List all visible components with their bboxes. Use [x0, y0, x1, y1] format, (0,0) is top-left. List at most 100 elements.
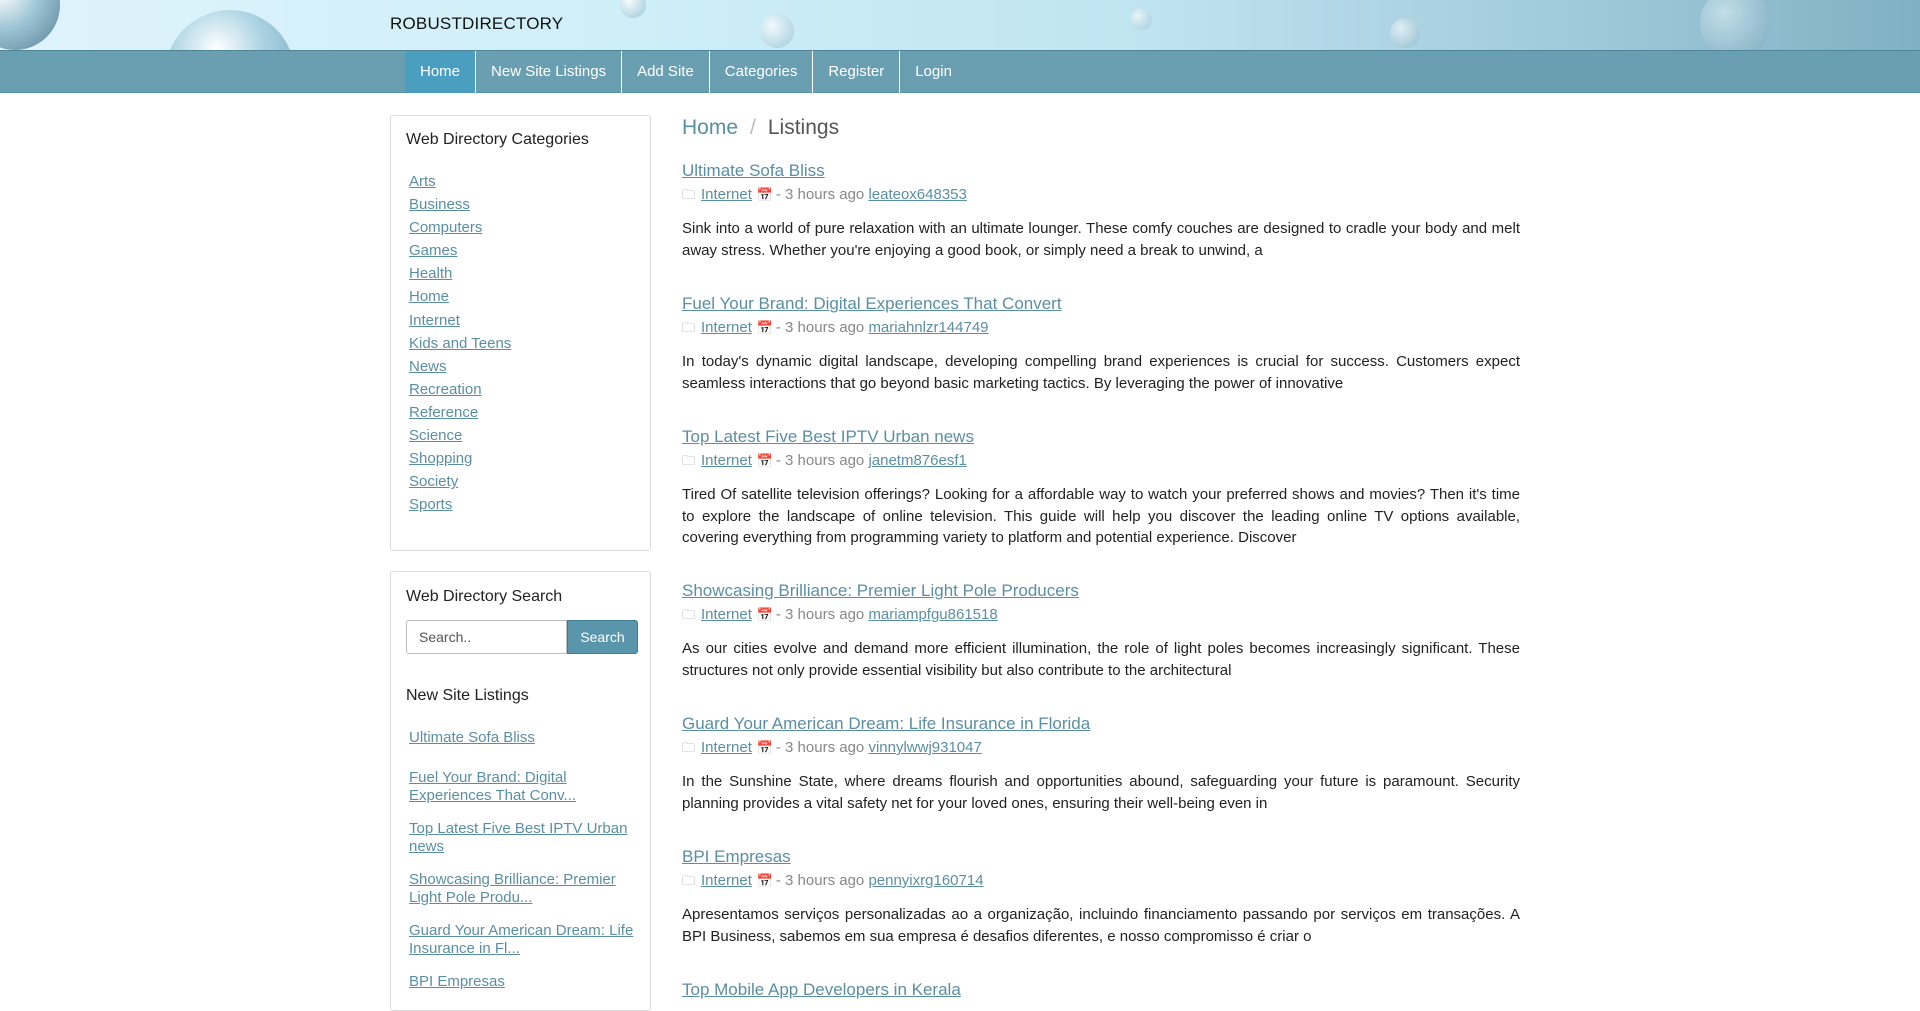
- listing-user-link[interactable]: mariampfgu861518: [868, 606, 997, 623]
- category-link-health[interactable]: Health: [409, 265, 452, 282]
- category-link-business[interactable]: Business: [409, 196, 470, 213]
- listing-user-link[interactable]: leateox648353: [868, 186, 966, 203]
- listing-category-link[interactable]: Internet: [701, 186, 752, 203]
- listing-category-link[interactable]: Internet: [701, 872, 752, 889]
- header-banner: ROBUSTDIRECTORY: [0, 0, 1920, 50]
- bubble-decoration: [0, 0, 60, 50]
- new-listings-list: Ultimate Sofa Bliss Fuel Your Brand: Dig…: [409, 729, 634, 1006]
- calendar-icon: 📅: [756, 186, 774, 202]
- bubble-decoration: [1700, 0, 1770, 50]
- category-link-science[interactable]: Science: [409, 427, 462, 444]
- folder-icon: 🗀: [682, 319, 696, 335]
- listing-user-link[interactable]: janetm876esf1: [868, 452, 966, 469]
- category-link-society[interactable]: Society: [409, 473, 458, 490]
- listing-description: Tired Of satellite television offerings?…: [682, 486, 1520, 546]
- listing-meta: 🗀 Internet 📅 - 3 hours ago mariahnlzr144…: [682, 319, 1520, 336]
- category-link-computers[interactable]: Computers: [409, 219, 482, 236]
- listing-meta: 🗀 Internet 📅 - 3 hours ago vinnylwwj9310…: [682, 739, 1520, 756]
- listing-user-link[interactable]: pennyixrg160714: [868, 872, 983, 889]
- breadcrumb: Home / Listings: [682, 116, 839, 140]
- new-listing-link[interactable]: Top Latest Five Best IPTV Urban news: [409, 820, 627, 855]
- category-link-home[interactable]: Home: [409, 288, 449, 305]
- listing-title[interactable]: Showcasing Brilliance: Premier Light Pol…: [682, 581, 1520, 601]
- bubble-decoration: [1390, 18, 1420, 48]
- nav-home[interactable]: Home: [405, 51, 477, 93]
- folder-icon: 🗀: [682, 606, 696, 622]
- listing-time: - 3 hours ago: [775, 452, 865, 469]
- listing-meta: 🗀 Internet 📅 - 3 hours ago janetm876esf1: [682, 452, 1520, 469]
- nav-categories[interactable]: Categories: [710, 51, 814, 93]
- category-link-kids-and-teens[interactable]: Kids and Teens: [409, 335, 511, 352]
- search-form: Search: [406, 620, 638, 654]
- listing-item: Top Mobile App Developers in Kerala: [682, 980, 1520, 1000]
- listing-description: Apresentamos serviços personalizadas ao …: [682, 906, 1520, 945]
- breadcrumb-separator: /: [750, 116, 756, 139]
- category-link-arts[interactable]: Arts: [409, 173, 436, 190]
- new-listing-link[interactable]: Ultimate Sofa Bliss: [409, 729, 535, 746]
- listing-title[interactable]: BPI Empresas: [682, 847, 1520, 867]
- nav-login[interactable]: Login: [900, 51, 967, 93]
- breadcrumb-home[interactable]: Home: [682, 116, 738, 139]
- listing-title[interactable]: Top Latest Five Best IPTV Urban news: [682, 427, 1520, 447]
- nav-new-site-listings[interactable]: New Site Listings: [476, 51, 623, 93]
- new-listing-link[interactable]: BPI Empresas: [409, 973, 505, 990]
- calendar-icon: 📅: [756, 606, 774, 622]
- bubble-decoration: [620, 0, 646, 18]
- listing-title[interactable]: Ultimate Sofa Bliss: [682, 161, 1520, 181]
- categories-title: Web Directory Categories: [406, 131, 589, 148]
- folder-icon: 🗀: [682, 186, 696, 202]
- listing-meta: 🗀 Internet 📅 - 3 hours ago mariampfgu861…: [682, 606, 1520, 623]
- listing-time: - 3 hours ago: [775, 606, 865, 623]
- listing-item: Showcasing Brilliance: Premier Light Pol…: [682, 581, 1520, 681]
- nav-register[interactable]: Register: [813, 51, 901, 93]
- category-list: Arts Business Computers Games Health Hom…: [409, 172, 511, 518]
- folder-icon: 🗀: [682, 739, 696, 755]
- listing-title[interactable]: Top Mobile App Developers in Kerala: [682, 980, 1520, 1000]
- listing-item: BPI Empresas 🗀 Internet 📅 - 3 hours ago …: [682, 847, 1520, 947]
- category-link-shopping[interactable]: Shopping: [409, 450, 472, 467]
- listing-category-link[interactable]: Internet: [701, 739, 752, 756]
- calendar-icon: 📅: [756, 872, 774, 888]
- category-link-internet[interactable]: Internet: [409, 312, 460, 329]
- listing-item: Guard Your American Dream: Life Insuranc…: [682, 714, 1520, 814]
- calendar-icon: 📅: [756, 452, 774, 468]
- search-button[interactable]: Search: [567, 620, 638, 654]
- search-title: Web Directory Search: [406, 588, 563, 605]
- listing-title[interactable]: Guard Your American Dream: Life Insuranc…: [682, 714, 1520, 734]
- new-listing-link[interactable]: Showcasing Brilliance: Premier Light Pol…: [409, 871, 616, 906]
- listing-meta: 🗀 Internet 📅 - 3 hours ago leateox648353: [682, 186, 1520, 203]
- listing-category-link[interactable]: Internet: [701, 452, 752, 469]
- nav-list: Home New Site Listings Add Site Categori…: [405, 51, 967, 93]
- listing-user-link[interactable]: mariahnlzr144749: [868, 319, 988, 336]
- listing-category-link[interactable]: Internet: [701, 606, 752, 623]
- listing-category-link[interactable]: Internet: [701, 319, 752, 336]
- listing-meta: 🗀 Internet 📅 - 3 hours ago pennyixrg1607…: [682, 872, 1520, 889]
- listing-title[interactable]: Fuel Your Brand: Digital Experiences Tha…: [682, 294, 1520, 314]
- category-link-sports[interactable]: Sports: [409, 496, 452, 513]
- folder-icon: 🗀: [682, 872, 696, 888]
- bubble-decoration: [165, 10, 295, 50]
- listing-description: In the Sunshine State, where dreams flou…: [682, 773, 1520, 812]
- folder-icon: 🗀: [682, 452, 696, 468]
- listing-user-link[interactable]: vinnylwwj931047: [868, 739, 981, 756]
- new-listing-link[interactable]: Guard Your American Dream: Life Insuranc…: [409, 922, 633, 957]
- calendar-icon: 📅: [756, 319, 774, 335]
- nav-add-site[interactable]: Add Site: [622, 51, 710, 93]
- listing-time: - 3 hours ago: [775, 186, 865, 203]
- search-panel: Web Directory Search Search New Site Lis…: [390, 571, 651, 1011]
- new-listings-title: New Site Listings: [406, 687, 529, 704]
- listing-time: - 3 hours ago: [775, 319, 865, 336]
- bubble-decoration: [760, 14, 794, 48]
- new-listing-link[interactable]: Fuel Your Brand: Digital Experiences Tha…: [409, 769, 576, 804]
- category-link-news[interactable]: News: [409, 358, 447, 375]
- category-link-reference[interactable]: Reference: [409, 404, 478, 421]
- category-link-games[interactable]: Games: [409, 242, 457, 259]
- category-link-recreation[interactable]: Recreation: [409, 381, 482, 398]
- site-brand[interactable]: ROBUSTDIRECTORY: [390, 14, 563, 34]
- breadcrumb-current: Listings: [767, 116, 840, 139]
- listing-description: In today's dynamic digital landscape, de…: [682, 353, 1520, 392]
- calendar-icon: 📅: [756, 739, 774, 755]
- listing-time: - 3 hours ago: [775, 739, 865, 756]
- search-input[interactable]: [406, 620, 567, 654]
- listing-description: As our cities evolve and demand more eff…: [682, 640, 1520, 679]
